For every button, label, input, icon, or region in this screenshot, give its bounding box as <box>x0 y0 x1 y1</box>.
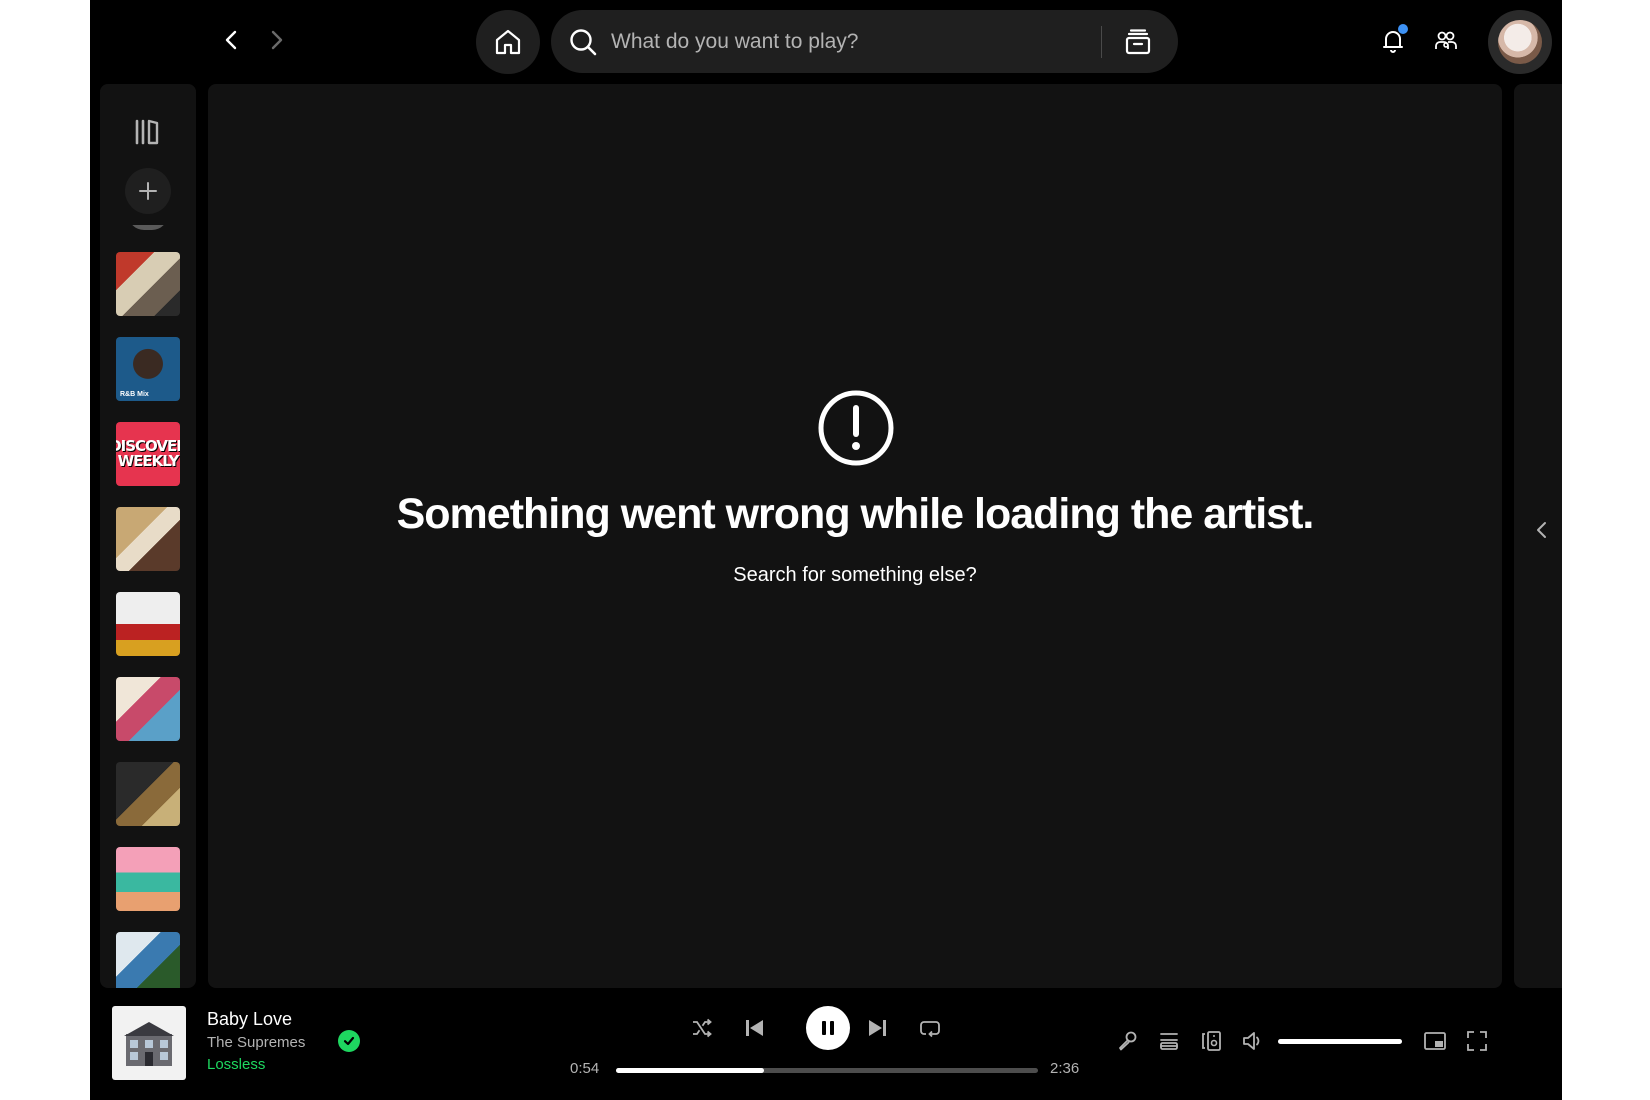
lyrics-button[interactable] <box>1112 1026 1142 1056</box>
now-playing-cover[interactable] <box>112 1006 186 1080</box>
spotify-app: R&B Mix DISCOVERWEEKLY Something went wr… <box>90 0 1562 1100</box>
search-bar[interactable] <box>551 10 1178 73</box>
library-item-discover-weekly[interactable]: DISCOVERWEEKLY <box>116 422 180 486</box>
back-button[interactable] <box>216 24 248 56</box>
error-title: Something went wrong while loading the a… <box>396 490 1315 538</box>
home-button[interactable] <box>476 10 540 74</box>
fullscreen-button[interactable] <box>1462 1026 1492 1056</box>
user-avatar[interactable] <box>1488 10 1552 74</box>
friends-icon <box>1435 31 1457 49</box>
plus-icon <box>139 182 157 200</box>
friend-activity-button[interactable] <box>1429 24 1463 58</box>
search-divider <box>1101 25 1102 58</box>
library-item[interactable] <box>116 762 180 826</box>
right-panel-collapsed <box>1514 84 1562 988</box>
queue-icon <box>1160 1033 1178 1050</box>
search-input[interactable] <box>611 29 1101 54</box>
next-button[interactable] <box>862 1012 894 1044</box>
library-list: R&B Mix DISCOVERWEEKLY <box>116 252 180 988</box>
library-toggle-button[interactable] <box>128 112 168 152</box>
pause-button[interactable] <box>806 1006 850 1050</box>
library-sidebar: R&B Mix DISCOVERWEEKLY <box>100 84 196 988</box>
album-art <box>124 1022 174 1066</box>
volume-icon <box>1243 1032 1260 1050</box>
audio-quality-label[interactable]: Lossless <box>207 1056 265 1073</box>
player-bar: Baby Love The Supremes Lossless 0:54 2:3… <box>90 996 1562 1100</box>
device-icon <box>1202 1031 1221 1051</box>
playlist-cover <box>116 507 180 571</box>
playlist-cover <box>116 932 180 988</box>
library-item[interactable] <box>116 847 180 911</box>
error-icon <box>818 390 894 466</box>
miniplayer-icon <box>1424 1032 1446 1050</box>
skip-forward-icon <box>869 1020 886 1036</box>
playlist-cover <box>116 847 180 911</box>
library-item[interactable] <box>116 592 180 656</box>
fullscreen-icon <box>1467 1031 1487 1051</box>
repeat-icon <box>920 1021 940 1038</box>
check-icon <box>343 1036 355 1046</box>
skip-back-icon <box>746 1020 763 1036</box>
miniplayer-button[interactable] <box>1420 1026 1450 1056</box>
playlist-cover <box>116 762 180 826</box>
forward-button[interactable] <box>260 24 292 56</box>
microphone-icon <box>1119 1031 1137 1051</box>
repeat-button[interactable] <box>914 1012 946 1044</box>
chevron-right-icon <box>271 30 283 50</box>
previous-button[interactable] <box>738 1012 770 1044</box>
notifications-button[interactable] <box>1376 24 1410 58</box>
search-icon <box>567 26 599 58</box>
notification-dot <box>1398 24 1408 34</box>
browse-icon <box>1125 28 1151 54</box>
shuffle-button[interactable] <box>686 1012 718 1044</box>
progress-fill <box>616 1068 764 1073</box>
saved-check-button[interactable] <box>338 1030 360 1052</box>
shuffle-icon <box>693 1018 712 1038</box>
playlist-cover: DISCOVERWEEKLY <box>116 422 180 486</box>
library-header <box>100 84 196 225</box>
main-view: Something went wrong while loading the a… <box>208 84 1502 988</box>
current-time: 0:54 <box>570 1060 600 1077</box>
library-item[interactable] <box>116 677 180 741</box>
create-playlist-button[interactable] <box>125 168 171 214</box>
library-icon <box>135 119 159 145</box>
expand-panel-button[interactable] <box>1530 514 1554 546</box>
total-time: 2:36 <box>1050 1060 1080 1077</box>
top-bar <box>90 0 1562 82</box>
pause-icon <box>822 1021 834 1035</box>
cover-label: R&B Mix <box>120 391 149 398</box>
error-subtitle[interactable]: Search for something else? <box>208 564 1502 587</box>
chevron-left-icon <box>1537 522 1546 538</box>
library-item[interactable] <box>116 507 180 571</box>
volume-slider[interactable] <box>1278 1039 1402 1044</box>
cover-label: WEEKLY <box>117 452 180 470</box>
queue-button[interactable] <box>1154 1026 1184 1056</box>
library-item[interactable] <box>116 932 180 988</box>
volume-fill <box>1278 1039 1402 1044</box>
track-artist[interactable]: The Supremes <box>207 1034 305 1051</box>
playback-progress-bar[interactable] <box>616 1068 1038 1073</box>
playlist-cover <box>116 677 180 741</box>
browse-button[interactable] <box>1120 24 1156 60</box>
chevron-left-icon <box>225 30 237 50</box>
library-item[interactable] <box>116 252 180 316</box>
playlist-cover <box>116 252 180 316</box>
track-title[interactable]: Baby Love <box>207 1009 292 1030</box>
connect-device-button[interactable] <box>1196 1026 1226 1056</box>
playlist-cover: R&B Mix <box>116 337 180 401</box>
library-item[interactable]: R&B Mix <box>116 337 180 401</box>
avatar-image <box>1498 20 1542 64</box>
home-icon <box>495 29 521 55</box>
playlist-cover <box>116 592 180 656</box>
volume-button[interactable] <box>1238 1026 1268 1056</box>
